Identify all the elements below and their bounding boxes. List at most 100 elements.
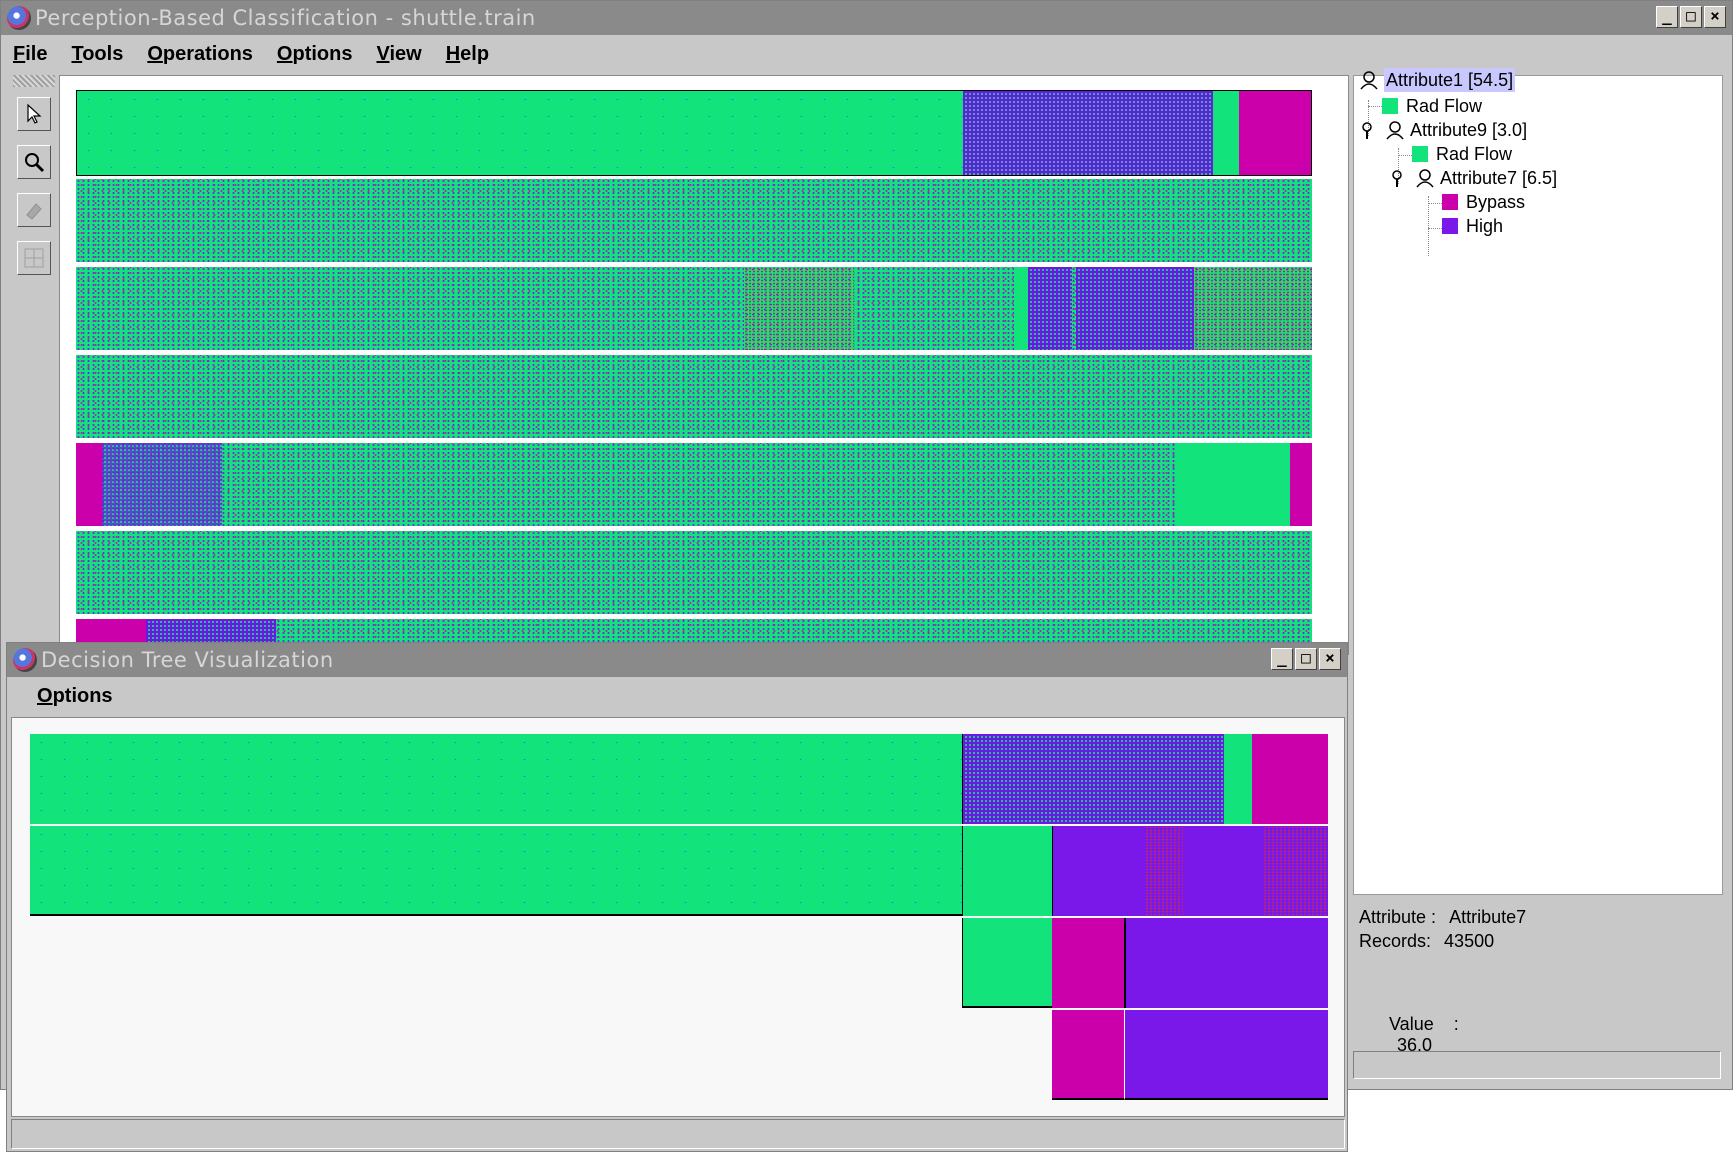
records-value: 43500	[1444, 931, 1495, 951]
dtv-menubar: Options	[7, 677, 1347, 715]
tree-node-bypass[interactable]: Bypass	[1442, 190, 1525, 214]
close-icon[interactable]: ×	[1704, 6, 1726, 28]
dtv-status-bar	[11, 1119, 1345, 1149]
bar-segment-high	[963, 91, 1213, 175]
viz-segment-mixed-2	[1263, 826, 1327, 916]
records-row: Records: 43500	[1359, 931, 1494, 952]
viz-node-l3-rad-flow[interactable]	[962, 918, 1052, 1008]
tree-node-label: Bypass	[1466, 192, 1526, 212]
maximize-icon[interactable]: □	[1680, 6, 1702, 28]
tree-connector	[1428, 228, 1442, 229]
tree-node-high[interactable]: High	[1442, 214, 1503, 238]
maximize-icon[interactable]: □	[1295, 648, 1317, 670]
attribute-row: Attribute : Attribute7	[1359, 907, 1526, 928]
bar-segment-high-2	[1076, 267, 1194, 350]
bar-segment-rad-flow	[77, 91, 963, 175]
viz-node-l1-rad-flow[interactable]	[30, 734, 962, 824]
bar-segment-bypass-2	[1290, 443, 1312, 526]
bar-segment-high	[102, 443, 222, 526]
attribute-bar-6[interactable]	[76, 531, 1312, 614]
main-window-title: Perception-Based Classification - shuttl…	[35, 6, 536, 30]
bar-segment-bypass	[1239, 91, 1311, 175]
viz-node-l3-bypass[interactable]	[1052, 918, 1124, 1008]
dtv-window-title: Decision Tree Visualization	[41, 648, 334, 672]
dtv-window: Decision Tree Visualization _ □ × Option…	[6, 642, 1348, 1152]
bar-segment-mixed	[744, 267, 854, 350]
split-node-icon	[1386, 121, 1404, 140]
minimize-icon[interactable]: _	[1271, 648, 1293, 670]
tree-node-attribute7[interactable]: Attribute7 [6.5]	[1388, 166, 1557, 190]
magnifier-icon	[25, 153, 45, 173]
attribute-bars-canvas[interactable]	[59, 75, 1349, 655]
app-icon	[13, 648, 37, 672]
minimize-icon[interactable]: _	[1656, 6, 1678, 28]
tree-connector	[1428, 203, 1442, 204]
tree-node-rad-flow[interactable]: Rad Flow	[1382, 94, 1482, 118]
viz-node-l1-high[interactable]	[962, 734, 1224, 824]
bar-segment-high	[1028, 267, 1072, 350]
tree-node-label: Rad Flow	[1436, 144, 1513, 164]
viz-node-l1-rad-flow-2[interactable]	[1224, 734, 1252, 824]
attribute-bar-4[interactable]	[76, 355, 1312, 438]
menu-options[interactable]: Options	[277, 43, 353, 66]
tree-node-label: Attribute1 [54.5]	[1384, 68, 1516, 92]
bar-segment-rad-flow	[1014, 267, 1028, 350]
app-icon	[7, 6, 31, 30]
erase-tool-button[interactable]	[17, 193, 51, 227]
value-label: Value :	[1389, 1014, 1459, 1034]
move-tool-button[interactable]	[17, 241, 51, 275]
tree-node-attribute1[interactable]: Attribute1 [54.5]	[1358, 68, 1516, 92]
expand-handle-icon[interactable]	[1388, 167, 1406, 189]
viz-node-l2-high[interactable]	[1052, 826, 1328, 916]
menu-tools[interactable]: Tools	[71, 43, 123, 66]
expand-handle-icon[interactable]	[1358, 119, 1376, 141]
menu-file[interactable]: File	[13, 43, 47, 66]
tool-palette	[9, 75, 57, 640]
bar-segment-mixed-2	[1194, 267, 1312, 350]
split-node-icon	[1360, 71, 1378, 90]
zoom-tool-button[interactable]	[17, 145, 51, 179]
records-label: Records:	[1359, 931, 1432, 951]
class-color-swatch	[1382, 98, 1398, 114]
viz-node-l2-rad-flow-2[interactable]	[962, 826, 1052, 916]
menu-operations[interactable]: Operations	[147, 43, 253, 66]
viz-node-l2-rad-flow[interactable]	[30, 826, 962, 916]
menu-options[interactable]: Options	[37, 685, 113, 708]
viz-node-l4-bypass[interactable]	[1052, 1010, 1124, 1100]
tree-node-label: High	[1466, 216, 1504, 236]
tree-node-label: Rad Flow	[1406, 96, 1483, 116]
attribute-bar-2[interactable]	[76, 179, 1312, 262]
tree-connector	[1368, 106, 1382, 107]
dtv-title-bar[interactable]: Decision Tree Visualization _ □ ×	[7, 643, 1347, 677]
tree-node-label: Attribute7 [6.5]	[1440, 168, 1558, 188]
pointer-tool-button[interactable]	[17, 97, 51, 131]
main-status-bar	[1353, 1051, 1721, 1079]
toolbar-grip[interactable]	[13, 75, 55, 87]
viz-node-l1-bypass[interactable]	[1252, 734, 1328, 824]
tree-visualization-canvas[interactable]	[11, 717, 1345, 1117]
viz-node-l3-high[interactable]	[1124, 918, 1328, 1008]
tree-node-rad-flow-2[interactable]: Rad Flow	[1412, 142, 1512, 166]
decision-tree-panel: Attribute1 [54.5] Rad Flow Attribute9 [3…	[1353, 68, 1723, 895]
attribute-label: Attribute :	[1359, 907, 1437, 927]
bar-segment-rad-flow-2	[1213, 91, 1239, 175]
tree-connector	[1398, 155, 1412, 156]
split-node-icon	[1416, 169, 1434, 188]
tree-connector	[1428, 196, 1429, 256]
close-icon[interactable]: ×	[1319, 648, 1341, 670]
pointer-icon	[27, 103, 42, 124]
tree-node-attribute9[interactable]: Attribute9 [3.0]	[1358, 118, 1527, 142]
attribute-bar-5[interactable]	[76, 443, 1312, 526]
menu-view[interactable]: View	[376, 43, 421, 66]
bar-segment-bypass	[76, 443, 102, 526]
attribute-bar-3[interactable]	[76, 267, 1312, 350]
main-title-bar[interactable]: Perception-Based Classification - shuttl…	[1, 1, 1732, 35]
tree-node-label: Attribute9 [3.0]	[1410, 120, 1528, 140]
menu-help[interactable]: Help	[446, 43, 489, 66]
attribute-value: Attribute7	[1449, 907, 1527, 927]
class-color-swatch	[1412, 146, 1428, 162]
attribute-bar-1[interactable]	[76, 90, 1312, 176]
crosshair-icon	[24, 248, 44, 268]
class-color-swatch	[1442, 218, 1458, 234]
viz-node-l4-high[interactable]	[1124, 1010, 1328, 1100]
